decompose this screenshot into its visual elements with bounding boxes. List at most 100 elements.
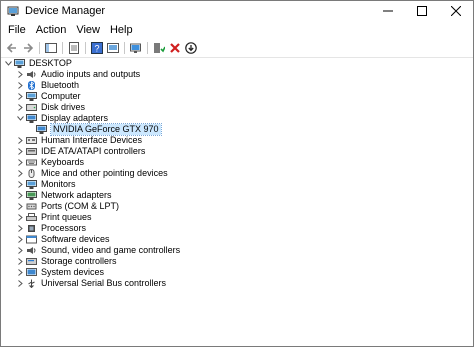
tree-item[interactable]: Mice and other pointing devices xyxy=(1,168,473,179)
close-icon xyxy=(451,6,461,16)
minimize-button[interactable] xyxy=(371,1,405,21)
chevron-down-icon xyxy=(4,61,12,66)
enable-device-icon xyxy=(154,43,165,53)
tree-item[interactable]: Print queues xyxy=(1,212,473,223)
expand-toggle[interactable] xyxy=(16,69,24,80)
scan-hardware-button[interactable] xyxy=(129,41,143,55)
expand-toggle[interactable] xyxy=(16,135,24,146)
printer-icon xyxy=(26,213,37,221)
chevron-right-icon xyxy=(17,104,23,111)
tree-item[interactable]: Sound, video and game controllers xyxy=(1,245,473,256)
close-button[interactable] xyxy=(439,1,473,21)
expand-toggle[interactable] xyxy=(16,168,24,179)
back-button[interactable] xyxy=(5,41,19,55)
tree-item[interactable]: Universal Serial Bus controllers xyxy=(1,278,473,289)
svg-text:?: ? xyxy=(94,44,99,54)
tree-item[interactable]: Software devices xyxy=(1,234,473,245)
expand-toggle[interactable] xyxy=(16,278,24,289)
tree-child-label: NVIDIA GeForce GTX 970 xyxy=(50,123,162,136)
tree-item[interactable]: Network adapters xyxy=(1,190,473,201)
collapse-toggle[interactable] xyxy=(4,58,12,69)
disable-device-button[interactable] xyxy=(184,41,198,55)
enable-device-button[interactable] xyxy=(152,41,166,55)
display-adapter-icon xyxy=(36,125,47,134)
expand-toggle[interactable] xyxy=(16,102,24,113)
expand-toggle[interactable] xyxy=(16,80,24,91)
chevron-right-icon xyxy=(17,203,23,210)
uninstall-device-button[interactable] xyxy=(168,41,182,55)
uninstall-icon xyxy=(170,43,180,53)
show-hide-console-tree-button[interactable] xyxy=(44,41,58,55)
expand-toggle[interactable] xyxy=(16,201,24,212)
tree-item-label: Bluetooth xyxy=(41,80,80,90)
tree-item-label: Computer xyxy=(41,91,81,101)
chevron-down-icon xyxy=(16,116,24,121)
tree-item-label: Software devices xyxy=(41,234,110,244)
tree-item[interactable]: Disk drives xyxy=(1,102,473,113)
disk-icon xyxy=(26,104,37,111)
monitor-icon xyxy=(26,180,37,189)
menu-bar: File Action View Help xyxy=(1,21,473,39)
tree-item-label: Mice and other pointing devices xyxy=(41,168,168,178)
tree-item[interactable]: Monitors xyxy=(1,179,473,190)
tree-child-item[interactable]: NVIDIA GeForce GTX 970 xyxy=(1,123,473,136)
expand-toggle[interactable] xyxy=(16,157,24,168)
expand-toggle[interactable] xyxy=(16,267,24,278)
toolbar-separator xyxy=(39,42,40,54)
tree-item[interactable]: Ports (COM & LPT) xyxy=(1,201,473,212)
chevron-right-icon xyxy=(17,247,23,254)
menu-file[interactable]: File xyxy=(3,24,31,36)
expand-toggle[interactable] xyxy=(16,179,24,190)
display-adapter-icon xyxy=(26,114,37,123)
minimize-icon xyxy=(383,10,393,12)
tree-item-label: Universal Serial Bus controllers xyxy=(41,278,167,288)
tree-item[interactable]: Audio inputs and outputs xyxy=(1,69,473,80)
tree-item[interactable]: System devices xyxy=(1,267,473,278)
tree-item[interactable]: Computer xyxy=(1,91,473,102)
menu-help[interactable]: Help xyxy=(105,24,138,36)
expand-toggle[interactable] xyxy=(16,113,24,124)
expand-toggle[interactable] xyxy=(16,146,24,157)
expand-toggle[interactable] xyxy=(16,245,24,256)
tree-item[interactable]: Human Interface Devices xyxy=(1,135,473,146)
chevron-right-icon xyxy=(17,236,23,243)
properties-button[interactable] xyxy=(67,41,81,55)
tree-item-label: Print queues xyxy=(41,212,92,222)
tree-root[interactable]: DESKTOP xyxy=(1,58,473,69)
software-device-icon xyxy=(26,235,37,244)
bluetooth-icon xyxy=(28,81,35,90)
tree-item-label: Network adapters xyxy=(41,190,112,200)
update-driver-icon xyxy=(107,43,119,53)
expand-toggle[interactable] xyxy=(16,234,24,245)
expand-toggle[interactable] xyxy=(16,256,24,267)
mouse-icon xyxy=(28,169,35,178)
expand-toggle[interactable] xyxy=(16,190,24,201)
expand-toggle[interactable] xyxy=(16,223,24,234)
tree-item[interactable]: Storage controllers xyxy=(1,256,473,267)
expand-toggle[interactable] xyxy=(16,91,24,102)
menu-view[interactable]: View xyxy=(71,24,105,36)
show-hide-icon xyxy=(45,43,57,53)
maximize-button[interactable] xyxy=(405,1,439,21)
tree-item[interactable]: Display adapters xyxy=(1,113,473,124)
update-driver-button[interactable] xyxy=(106,41,120,55)
toolbar-separator xyxy=(62,42,63,54)
tree-item[interactable]: Bluetooth xyxy=(1,80,473,91)
chevron-right-icon xyxy=(17,170,23,177)
properties-icon xyxy=(69,42,79,54)
port-icon xyxy=(26,203,37,210)
storage-icon xyxy=(26,258,37,265)
tree-root-label: DESKTOP xyxy=(29,58,72,68)
tree-item[interactable]: IDE ATA/ATAPI controllers xyxy=(1,146,473,157)
processor-icon xyxy=(28,225,35,232)
hid-icon xyxy=(26,137,37,144)
tree-item-label: Monitors xyxy=(41,179,76,189)
menu-action[interactable]: Action xyxy=(31,24,72,36)
device-tree: DESKTOP Audio inputs and outputs Bluetoot… xyxy=(1,58,473,346)
computer-icon xyxy=(26,92,37,101)
forward-button[interactable] xyxy=(21,41,35,55)
tree-item[interactable]: Processors xyxy=(1,223,473,234)
tree-item[interactable]: Keyboards xyxy=(1,157,473,168)
expand-toggle[interactable] xyxy=(16,212,24,223)
help-button[interactable]: ? xyxy=(90,41,104,55)
